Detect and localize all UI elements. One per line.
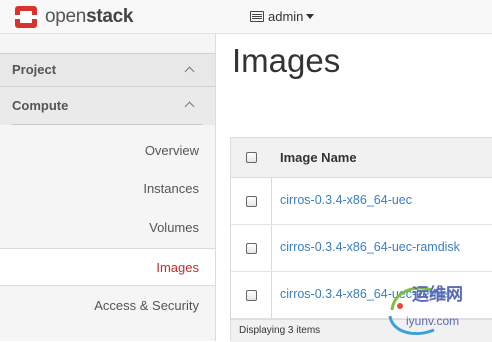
sidebar-section-label: Project xyxy=(12,62,57,77)
brand-name-light: open xyxy=(45,6,87,27)
openstack-logo-icon xyxy=(15,6,37,28)
sidebar-item-images[interactable]: Images xyxy=(0,248,215,286)
sidebar-item-overview[interactable]: Overview xyxy=(0,132,215,170)
page-title: Images xyxy=(232,42,341,79)
watermark-text-url: iyunv.com xyxy=(406,314,460,328)
caret-down-icon xyxy=(306,14,315,19)
item-count-text: Displaying 3 items xyxy=(239,325,321,336)
chevron-up-icon xyxy=(184,66,195,77)
id-card-icon xyxy=(250,11,264,22)
watermark: 运维网 iyunv.com xyxy=(384,280,488,338)
user-menu-dropdown[interactable]: admin xyxy=(250,9,315,24)
watermark-text-cn: 运维网 xyxy=(412,285,463,304)
brand-name: openstack xyxy=(45,6,133,28)
sidebar-section-label: Compute xyxy=(12,98,69,113)
sidebar-item-instances[interactable]: Instances xyxy=(0,170,215,208)
top-navbar: openstack admin xyxy=(0,0,492,34)
image-name-link[interactable]: cirros-0.3.4-x86_64-uec-ramdisk xyxy=(280,240,460,254)
row-checkbox[interactable] xyxy=(246,196,257,207)
user-menu-label: admin xyxy=(268,9,304,24)
brand-name-bold: stack xyxy=(86,6,134,27)
section-divider xyxy=(12,124,202,125)
table-row: cirros-0.3.4-x86_64-uec xyxy=(231,178,492,225)
sidebar-section-compute[interactable]: Compute xyxy=(0,87,215,125)
sidebar-item-access-security[interactable]: Access & Security xyxy=(0,287,215,325)
select-all-checkbox[interactable] xyxy=(246,152,257,163)
row-checkbox[interactable] xyxy=(246,290,257,301)
sidebar: Project Compute Overview Instances Volum… xyxy=(0,34,216,341)
sidebar-section-project[interactable]: Project xyxy=(0,53,215,87)
chevron-up-icon xyxy=(184,101,195,112)
image-name-link[interactable]: cirros-0.3.4-x86_64-uec xyxy=(280,193,412,207)
column-header-image-name[interactable]: Image Name xyxy=(280,150,357,165)
sidebar-item-volumes[interactable]: Volumes xyxy=(0,209,215,247)
table-header: Image Name xyxy=(231,138,492,178)
row-checkbox[interactable] xyxy=(246,243,257,254)
table-row: cirros-0.3.4-x86_64-uec-ramdisk xyxy=(231,225,492,272)
openstack-logo[interactable]: openstack xyxy=(14,4,133,30)
